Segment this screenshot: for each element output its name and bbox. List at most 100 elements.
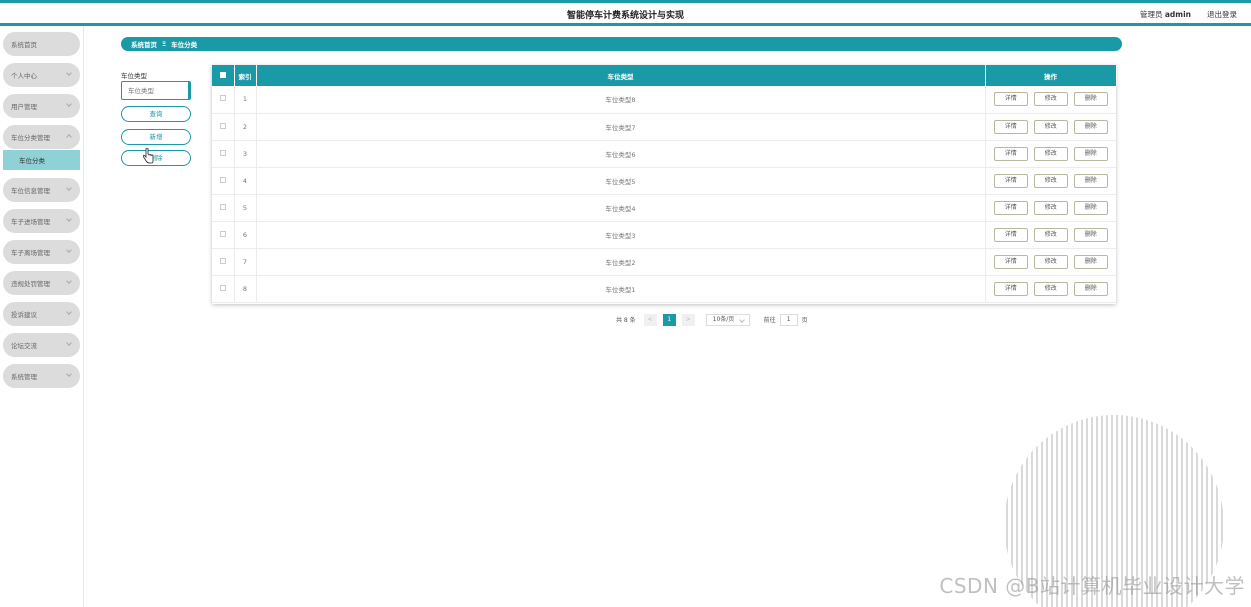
row-actions: 详情 修改 删除	[985, 86, 1116, 114]
edit-button[interactable]: 修改	[1033, 92, 1068, 107]
prev-page-button[interactable]: <	[643, 313, 657, 326]
sidebar-item-label: 违规处罚管理	[11, 280, 50, 288]
row-delete-button[interactable]: 删除	[1073, 173, 1108, 188]
row-select-cell[interactable]	[212, 221, 235, 249]
row-checkbox[interactable]	[219, 95, 226, 102]
detail-button[interactable]: 详情	[993, 119, 1028, 134]
sidebar-item-system[interactable]: 系统管理	[3, 364, 80, 388]
chevron-down-icon	[66, 101, 72, 107]
row-select-cell[interactable]	[212, 167, 235, 195]
page-1-button[interactable]: 1	[662, 313, 676, 326]
edit-button[interactable]: 修改	[1033, 200, 1068, 215]
row-index: 5	[234, 194, 257, 222]
sidebar-item-car-exit[interactable]: 车子离场管理	[3, 240, 80, 264]
user-info: 管理员 admin	[1140, 9, 1191, 20]
detail-button[interactable]: 详情	[993, 281, 1028, 296]
row-select-cell[interactable]	[212, 113, 235, 141]
detail-button[interactable]: 详情	[993, 92, 1028, 107]
sidebar-item-label: 车子进场管理	[11, 218, 50, 226]
row-space-type: 车位类型6	[256, 140, 986, 168]
edit-button[interactable]: 修改	[1033, 281, 1068, 296]
row-delete-button[interactable]: 删除	[1073, 254, 1108, 269]
row-space-type: 车位类型4	[256, 194, 986, 222]
sidebar-item-home[interactable]: 系统首页	[3, 32, 80, 56]
detail-button[interactable]: 详情	[993, 173, 1028, 188]
add-button[interactable]: 新增	[121, 129, 191, 145]
chevron-down-icon	[66, 340, 72, 346]
table-row[interactable]: 3 车位类型6 详情 修改 删除	[212, 140, 1116, 168]
sidebar-item-label: 系统首页	[11, 41, 37, 49]
breadcrumb-home[interactable]: 系统首页	[131, 39, 157, 49]
total-count: 共 8 条	[616, 317, 636, 324]
row-checkbox[interactable]	[219, 203, 226, 210]
row-space-type: 车位类型5	[256, 167, 986, 195]
row-select-cell[interactable]	[212, 275, 235, 303]
logout-link[interactable]: 退出登录	[1207, 9, 1237, 20]
sidebar-item-users[interactable]: 用户管理	[3, 94, 80, 118]
row-select-cell[interactable]	[212, 140, 235, 168]
goto-page-input[interactable]: 1	[779, 313, 798, 326]
detail-button[interactable]: 详情	[993, 227, 1028, 242]
row-select-cell[interactable]	[212, 86, 235, 114]
select-all-checkbox[interactable]	[219, 71, 226, 78]
chevron-down-icon	[66, 309, 72, 315]
sidebar-item-forum[interactable]: 论坛交流	[3, 333, 80, 357]
watermark-text: CSDN @B站计算机毕业设计大学	[939, 574, 1245, 598]
row-delete-button[interactable]: 删除	[1073, 92, 1108, 107]
sidebar-item-car-entry[interactable]: 车子进场管理	[3, 209, 80, 233]
search-button[interactable]: 查询	[121, 106, 191, 122]
row-checkbox[interactable]	[219, 122, 226, 129]
row-checkbox[interactable]	[219, 230, 226, 237]
table-row[interactable]: 5 车位类型4 详情 修改 删除	[212, 194, 1116, 222]
row-checkbox[interactable]	[219, 149, 226, 156]
space-type-input[interactable]	[121, 81, 191, 100]
table-row[interactable]: 6 车位类型3 详情 修改 删除	[212, 221, 1116, 249]
row-delete-button[interactable]: 删除	[1073, 146, 1108, 161]
row-delete-button[interactable]: 删除	[1073, 119, 1108, 134]
row-actions: 详情 修改 删除	[985, 221, 1116, 249]
row-select-cell[interactable]	[212, 248, 235, 276]
chevron-down-icon	[66, 216, 72, 222]
sidebar-item-complaints[interactable]: 投诉建议	[3, 302, 80, 326]
row-select-cell[interactable]	[212, 194, 235, 222]
delete-button[interactable]: 删除	[121, 150, 191, 166]
table-row[interactable]: 7 车位类型2 详情 修改 删除	[212, 248, 1116, 276]
table-row[interactable]: 8 车位类型1 详情 修改 删除	[212, 275, 1116, 303]
edit-button[interactable]: 修改	[1033, 227, 1068, 242]
sidebar-item-profile[interactable]: 个人中心	[3, 63, 80, 87]
next-page-button[interactable]: >	[681, 313, 695, 326]
sidebar-item-label: 车位信息管理	[11, 187, 50, 195]
edit-button[interactable]: 修改	[1033, 254, 1068, 269]
row-checkbox[interactable]	[219, 284, 226, 291]
page-size-select[interactable]: 10条/页	[705, 313, 750, 326]
detail-button[interactable]: 详情	[993, 200, 1028, 215]
table-header-row: 索引 车位类型 操作	[212, 65, 1117, 86]
row-delete-button[interactable]: 删除	[1073, 200, 1108, 215]
goto-prefix: 前往	[763, 317, 776, 324]
username: admin	[1164, 10, 1191, 19]
sidebar-item-space-info[interactable]: 车位信息管理	[3, 178, 80, 202]
select-all-header[interactable]	[212, 65, 235, 86]
submenu-item-space-category[interactable]: 车位分类	[3, 150, 80, 170]
column-header-type: 车位类型	[256, 65, 986, 86]
chevron-down-icon	[66, 278, 72, 284]
edit-button[interactable]: 修改	[1033, 146, 1068, 161]
chevron-down-icon	[66, 70, 72, 76]
row-delete-button[interactable]: 删除	[1073, 281, 1108, 296]
row-index: 6	[234, 221, 257, 249]
edit-button[interactable]: 修改	[1033, 119, 1068, 134]
breadcrumb-current: 车位分类	[171, 41, 198, 49]
table-row[interactable]: 1 车位类型8 详情 修改 删除	[212, 86, 1116, 114]
row-delete-button[interactable]: 删除	[1073, 227, 1108, 242]
detail-button[interactable]: 详情	[993, 254, 1028, 269]
sidebar-item-violations[interactable]: 违规处罚管理	[3, 271, 80, 295]
row-checkbox[interactable]	[219, 257, 226, 264]
edit-button[interactable]: 修改	[1033, 173, 1068, 188]
detail-button[interactable]: 详情	[993, 146, 1028, 161]
row-checkbox[interactable]	[219, 176, 226, 183]
sidebar-item-space-category[interactable]: 车位分类管理	[3, 125, 80, 149]
table-row[interactable]: 2 车位类型7 详情 修改 删除	[212, 113, 1116, 141]
sidebar: 系统首页 个人中心 用户管理 车位分类管理 车位分类 车位信息管理 车子进场管理…	[0, 26, 84, 607]
data-table: 索引 车位类型 操作 1 车位类型8 详情 修改 删除 2 车位类型7 详情 修改 删除 3 车位类型…	[212, 65, 1117, 304]
table-row[interactable]: 4 车位类型5 详情 修改 删除	[212, 167, 1116, 195]
